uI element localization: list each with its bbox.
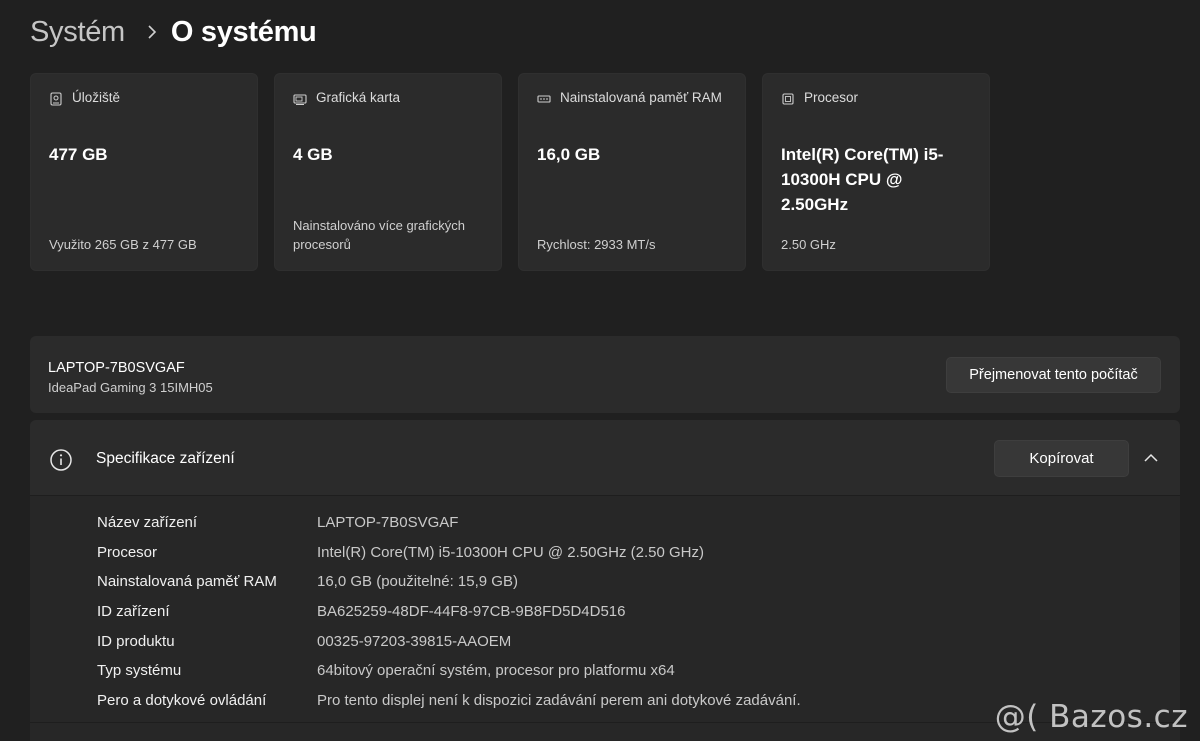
- spec-value: 16,0 GB (použitelné: 15,9 GB): [317, 573, 518, 591]
- spec-label: ID produktu: [97, 632, 175, 650]
- memory-card-sub: Rychlost: 2933 MT/s: [537, 237, 656, 252]
- graphics-card-card: Grafická karta 4 GB Nainstalováno více g…: [274, 73, 502, 271]
- spec-row-processor: Procesor Intel(R) Core(TM) i5-10300H CPU…: [97, 538, 801, 568]
- device-model: IdeaPad Gaming 3 15IMH05: [48, 380, 213, 395]
- spec-row-device-id: ID zařízení BA625259-48DF-44F8-97CB-9B8F…: [97, 597, 801, 627]
- spec-row-ram: Nainstalovaná paměť RAM 16,0 GB (použite…: [97, 567, 801, 597]
- storage-card: Úložiště 477 GB Využito 265 GB z 477 GB: [30, 73, 258, 271]
- breadcrumb: Systém O systému: [30, 12, 317, 52]
- spec-label: Typ systému: [97, 662, 182, 680]
- spec-label: Pero a dotykové ovládání: [97, 691, 267, 709]
- breadcrumb-parent-system[interactable]: Systém: [30, 16, 125, 49]
- device-name: LAPTOP-7B0SVGAF: [48, 360, 185, 376]
- storage-card-sub: Využito 265 GB z 477 GB: [49, 237, 197, 252]
- spec-label: Procesor: [97, 543, 158, 561]
- memory-card: Nainstalovaná paměť RAM 16,0 GB Rychlost…: [518, 73, 746, 271]
- bazos-watermark: @( Bazos.cz: [994, 699, 1188, 735]
- memory-card-value: 16,0 GB: [537, 145, 601, 164]
- spec-label: Název zařízení: [97, 514, 198, 532]
- device-name-section: LAPTOP-7B0SVGAF IdeaPad Gaming 3 15IMH05…: [30, 336, 1180, 413]
- graphics-card-icon: [293, 92, 307, 106]
- chevron-right-icon: [147, 25, 157, 39]
- spec-value: BA625259-48DF-44F8-97CB-9B8FD5D4D516: [317, 603, 626, 621]
- processor-card-value: Intel(R) Core(TM) i5-10300H CPU @ 2.50GH…: [781, 145, 944, 214]
- page-title: O systému: [170, 15, 317, 48]
- spec-row-pen-touch: Pero a dotykové ovládání Pro tento displ…: [97, 686, 801, 716]
- memory-icon: [537, 92, 551, 106]
- info-icon: [49, 448, 73, 472]
- memory-card-title: Nainstalovaná paměť RAM: [560, 90, 722, 105]
- spec-value: LAPTOP-7B0SVGAF: [317, 514, 459, 532]
- spec-row-system-type: Typ systému 64bitový operační systém, pr…: [97, 656, 801, 686]
- summary-cards: Úložiště 477 GB Využito 265 GB z 477 GB …: [30, 73, 990, 271]
- device-specifications-title: Specifikace zařízení: [96, 450, 235, 467]
- graphics-card-title: Grafická karta: [316, 90, 401, 105]
- processor-card-sub: 2.50 GHz: [781, 237, 836, 252]
- device-specifications-section: Specifikace zařízení Kopírovat Název zař…: [30, 420, 1180, 741]
- spec-label: Nainstalovaná paměť RAM: [97, 573, 277, 591]
- rename-pc-button[interactable]: Přejmenovat tento počítač: [946, 357, 1161, 393]
- graphics-card-value: 4 GB: [293, 145, 333, 164]
- spec-value: Pro tento displej není k dispozici zadáv…: [317, 691, 801, 709]
- storage-card-title: Úložiště: [72, 90, 121, 105]
- spec-value: Intel(R) Core(TM) i5-10300H CPU @ 2.50GH…: [317, 543, 704, 561]
- storage-card-value: 477 GB: [49, 145, 108, 164]
- spec-value: 00325-97203-39815-AAOEM: [317, 632, 512, 650]
- storage-icon: [49, 92, 63, 106]
- processor-icon: [781, 92, 795, 106]
- copy-button[interactable]: Kopírovat: [994, 440, 1129, 477]
- chevron-up-icon[interactable]: [1143, 450, 1159, 466]
- spec-label: ID zařízení: [97, 603, 170, 621]
- spec-value: 64bitový operační systém, procesor pro p…: [317, 662, 675, 680]
- spec-row-device-name: Název zařízení LAPTOP-7B0SVGAF: [97, 508, 801, 538]
- specification-list: Název zařízení LAPTOP-7B0SVGAF Procesor …: [97, 508, 801, 715]
- graphics-card-sub: Nainstalováno více grafických procesorů: [293, 218, 465, 252]
- device-specifications-header[interactable]: Specifikace zařízení Kopírovat: [30, 420, 1180, 496]
- processor-card: Procesor Intel(R) Core(TM) i5-10300H CPU…: [762, 73, 990, 271]
- about-system-page: Systém O systému Úložiště 477 GB Využito…: [0, 0, 1200, 741]
- processor-card-title: Procesor: [804, 90, 859, 105]
- spec-row-product-id: ID produktu 00325-97203-39815-AAOEM: [97, 626, 801, 656]
